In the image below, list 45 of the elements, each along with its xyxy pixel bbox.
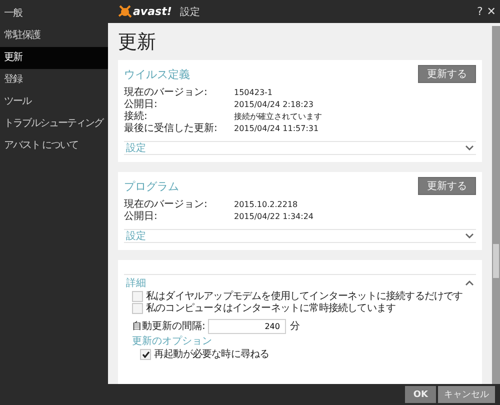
- sidebar-item[interactable]: 一般: [0, 3, 108, 25]
- info-label: 公開日:: [124, 211, 158, 223]
- checkmark-icon: [142, 350, 150, 358]
- info-label: 接続:: [124, 111, 148, 123]
- logo-text: avast!: [133, 5, 172, 18]
- chevron-down-icon[interactable]: [465, 145, 474, 151]
- interval-label: 自動更新の間隔:: [132, 320, 206, 333]
- checkbox[interactable]: [132, 290, 143, 302]
- chevron-down-icon[interactable]: [465, 233, 474, 239]
- ok-button[interactable]: OK: [405, 386, 436, 403]
- info-label: 現在のバージョン:: [124, 87, 208, 99]
- section-title: ウイルス定義: [124, 67, 190, 82]
- info-value: 接続が確立されています: [234, 111, 322, 123]
- chevron-up-icon[interactable]: [465, 280, 474, 286]
- checkbox-label: 私はダイヤルアップモデムを使用してインターネットに接続するだけです: [146, 290, 463, 302]
- update-button[interactable]: 更新する: [418, 177, 476, 195]
- info-value: 2015.10.2.2218: [234, 199, 299, 211]
- info-label: 現在のバージョン:: [124, 199, 208, 211]
- window-title: 設定: [180, 6, 200, 18]
- sidebar-item[interactable]: ツール: [0, 91, 108, 113]
- checkbox-label: 再起動が必要な時に尋ねる: [154, 348, 270, 361]
- section-title: プログラム: [124, 179, 179, 194]
- sidebar-item[interactable]: 更新: [0, 47, 108, 69]
- checkbox-label: 私のコンピュータはインターネットに常時接続しています: [146, 302, 396, 315]
- sidebar-item[interactable]: アバスト について: [0, 135, 108, 157]
- checkbox[interactable]: [132, 302, 143, 314]
- sidebar-item[interactable]: 常駐保護: [0, 25, 108, 47]
- page-title: 更新: [118, 30, 157, 55]
- sidebar-item[interactable]: 登録: [0, 69, 108, 91]
- scrollbar-thumb[interactable]: [493, 244, 499, 278]
- update-button[interactable]: 更新する: [418, 65, 476, 83]
- close-button[interactable]: ✕: [486, 5, 496, 18]
- checkbox[interactable]: [140, 348, 151, 360]
- info-value: 150423-1: [234, 87, 274, 99]
- info-value: 2015/04/22 1:34:24: [234, 211, 314, 223]
- help-button[interactable]: ?: [476, 5, 483, 18]
- info-value: 2015/04/24 2:18:23: [234, 99, 314, 111]
- logo-icon: [118, 4, 132, 18]
- scrollbar[interactable]: [492, 26, 500, 384]
- info-label: 公開日:: [124, 99, 158, 110]
- sidebar-item[interactable]: トラブルシューティング: [0, 113, 108, 135]
- info-value: 2015/04/24 11:57:31: [234, 123, 320, 135]
- unit-label: 分: [290, 320, 300, 333]
- interval-field[interactable]: 240: [208, 318, 286, 334]
- info-label: 最後に受信した更新:: [124, 123, 218, 135]
